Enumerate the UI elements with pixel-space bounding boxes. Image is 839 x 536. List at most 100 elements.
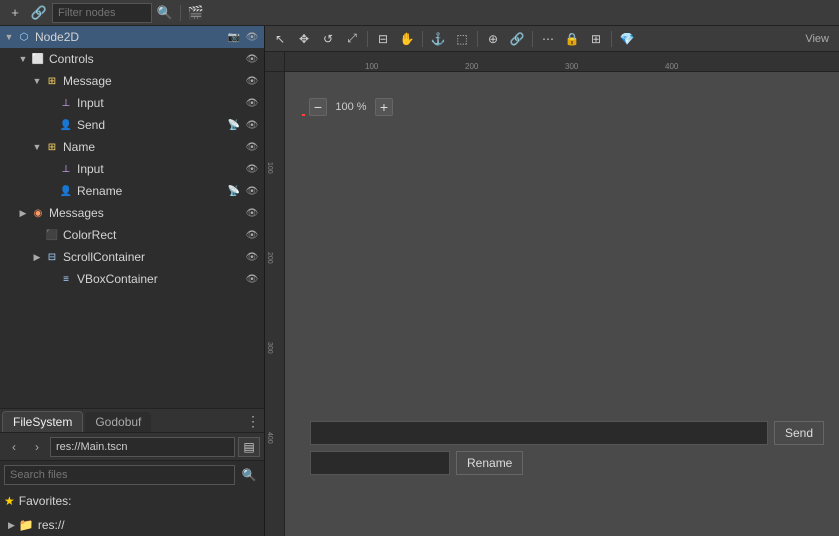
toolbar-separator <box>180 5 181 21</box>
more-button[interactable]: ⋯ <box>537 28 559 50</box>
search-files-input[interactable] <box>4 465 235 485</box>
tree-item-label: Rename <box>77 184 226 198</box>
tree-item-label: Input <box>77 96 244 110</box>
visibility-btn[interactable]: 👁 <box>244 73 260 89</box>
zoom-in-button[interactable]: + <box>375 98 393 116</box>
visibility-btn[interactable]: 👁 <box>244 117 260 133</box>
zoom-out-button[interactable]: − <box>309 98 327 116</box>
tree-item-actions: 👁 <box>244 205 260 221</box>
pivot-button[interactable]: 🔗 <box>506 28 528 50</box>
ruler-tick-200: 200 <box>465 62 478 71</box>
folder-icon: 📁 <box>19 518 34 532</box>
tab-filesystem[interactable]: FileSystem <box>2 411 83 432</box>
visibility-btn[interactable]: 👁 <box>244 249 260 265</box>
collapse-arrow[interactable]: ▼ <box>16 54 30 64</box>
collapse-arrow[interactable]: ▼ <box>30 142 44 152</box>
nav-forward-button[interactable]: › <box>27 437 47 457</box>
colorrect-icon: ⬛ <box>44 227 60 243</box>
tree-item[interactable]: ▶ ⊥ Input 👁 <box>0 158 264 180</box>
toolbar-sep5 <box>611 31 612 47</box>
tree-item[interactable]: ▶ ≡ VBoxContainer 👁 <box>0 268 264 290</box>
toolbar-sep2 <box>422 31 423 47</box>
lock-button[interactable]: 🔒 <box>561 28 583 50</box>
canvas-background <box>305 97 829 456</box>
tab-more-button[interactable]: ⋮ <box>242 410 264 432</box>
toolbar-sep1 <box>367 31 368 47</box>
zoom-controls: − 100 % + <box>309 98 393 116</box>
favorites-header[interactable]: ★ Favorites: <box>4 490 260 512</box>
visibility-btn[interactable]: 👁 <box>244 161 260 177</box>
signal-btn[interactable]: 📡 <box>226 183 242 199</box>
add-node-button[interactable]: + <box>4 2 26 24</box>
gem-button[interactable]: 💎 <box>616 28 638 50</box>
visibility-btn[interactable]: 👁 <box>244 183 260 199</box>
rotate-tool-button[interactable]: ↺ <box>317 28 339 50</box>
tree-item-actions: 👁 <box>244 95 260 111</box>
tree-item[interactable]: ▼ ⬡ Node2D 📷 👁 <box>0 26 264 48</box>
select-tool-button[interactable]: ↖ <box>269 28 291 50</box>
file-browser-bar: ‹ › res://Main.tscn ▤ <box>0 432 264 460</box>
folder-view-button[interactable]: ▤ <box>238 437 260 457</box>
tree-item[interactable]: ▶ ⊥ Input 👁 <box>0 92 264 114</box>
tree-item[interactable]: ▶ ⬛ ColorRect 👁 <box>0 224 264 246</box>
signal-btn[interactable]: 📡 <box>226 117 242 133</box>
ruler-vtick-200: 200 <box>266 252 273 264</box>
visibility-btn[interactable]: 👁 <box>244 205 260 221</box>
scene-options-button[interactable]: 🎬 <box>185 2 207 24</box>
tree-item[interactable]: ▶ ◉ Messages 👁 <box>0 202 264 224</box>
tree-item-label: Name <box>63 140 244 154</box>
messages-icon: ◉ <box>30 205 46 221</box>
tab-godobuf[interactable]: Godobuf <box>85 412 151 432</box>
visibility-btn[interactable]: 👁 <box>244 271 260 287</box>
filter-nodes-input[interactable] <box>52 3 152 23</box>
collapse-arrow[interactable]: ▼ <box>2 32 16 42</box>
input-icon: ⊥ <box>58 95 74 111</box>
layout-button[interactable]: ⊟ <box>372 28 394 50</box>
tree-item[interactable]: ▼ ⬜ Controls 👁 <box>0 48 264 70</box>
group-button[interactable]: ⊞ <box>585 28 607 50</box>
tree-item-actions: 📡 👁 <box>226 117 260 133</box>
scene-icon-btn[interactable]: 📷 <box>226 29 242 45</box>
collapse-arrow[interactable]: ▶ <box>30 252 44 263</box>
tree-item[interactable]: ▶ 👤 Send 📡 👁 <box>0 114 264 136</box>
tree-item[interactable]: ▼ ⊞ Message 👁 <box>0 70 264 92</box>
ruler-tick-100: 100 <box>365 62 378 71</box>
tree-item-label: Message <box>63 74 244 88</box>
filter-search-icon[interactable]: 🔍 <box>154 2 176 24</box>
left-panel: ▼ ⬡ Node2D 📷 👁 ▼ ⬜ Controls 👁 <box>0 26 265 536</box>
collapse-arrow[interactable]: ▼ <box>30 76 44 86</box>
main-area: ▼ ⬡ Node2D 📷 👁 ▼ ⬜ Controls 👁 <box>0 26 839 536</box>
tree-item[interactable]: ▶ 👤 Rename 📡 👁 <box>0 180 264 202</box>
anchor-button[interactable]: ⊕ <box>482 28 504 50</box>
grid-button[interactable]: ⬚ <box>451 28 473 50</box>
canvas-area: 100 200 300 400 100 200 300 400 − 100 % … <box>265 52 839 536</box>
tree-item-label: ScrollContainer <box>63 250 244 264</box>
nav-back-button[interactable]: ‹ <box>4 437 24 457</box>
message-icon: ⊞ <box>44 73 60 89</box>
visibility-btn[interactable]: 👁 <box>244 227 260 243</box>
tree-item-label: Controls <box>49 52 244 66</box>
snap-button[interactable]: ⚓ <box>427 28 449 50</box>
view-label[interactable]: View <box>799 33 835 45</box>
pan-button[interactable]: ✋ <box>396 28 418 50</box>
search-files-button[interactable]: 🔍 <box>238 465 260 485</box>
scale-tool-button[interactable]: ⤢ <box>341 28 363 50</box>
move-tool-button[interactable]: ✥ <box>293 28 315 50</box>
res-root-item[interactable]: ▶ 📁 res:// <box>0 514 264 536</box>
favorites-label: Favorites: <box>19 494 72 508</box>
send-button[interactable]: Send <box>774 421 824 445</box>
tree-item-label: Input <box>77 162 244 176</box>
ruler-corner <box>265 52 285 72</box>
visibility-btn[interactable]: 👁 <box>244 51 260 67</box>
rename-text-input[interactable] <box>310 451 450 475</box>
link-button[interactable]: 🔗 <box>28 2 50 24</box>
visibility-btn[interactable]: 👁 <box>244 29 260 45</box>
node2d-icon: ⬡ <box>16 29 32 45</box>
visibility-btn[interactable]: 👁 <box>244 95 260 111</box>
collapse-arrow[interactable]: ▶ <box>16 208 30 219</box>
send-text-input[interactable] <box>310 421 768 445</box>
visibility-btn[interactable]: 👁 <box>244 139 260 155</box>
tree-item[interactable]: ▶ ⊟ ScrollContainer 👁 <box>0 246 264 268</box>
tree-item[interactable]: ▼ ⊞ Name 👁 <box>0 136 264 158</box>
rename-button[interactable]: Rename <box>456 451 523 475</box>
